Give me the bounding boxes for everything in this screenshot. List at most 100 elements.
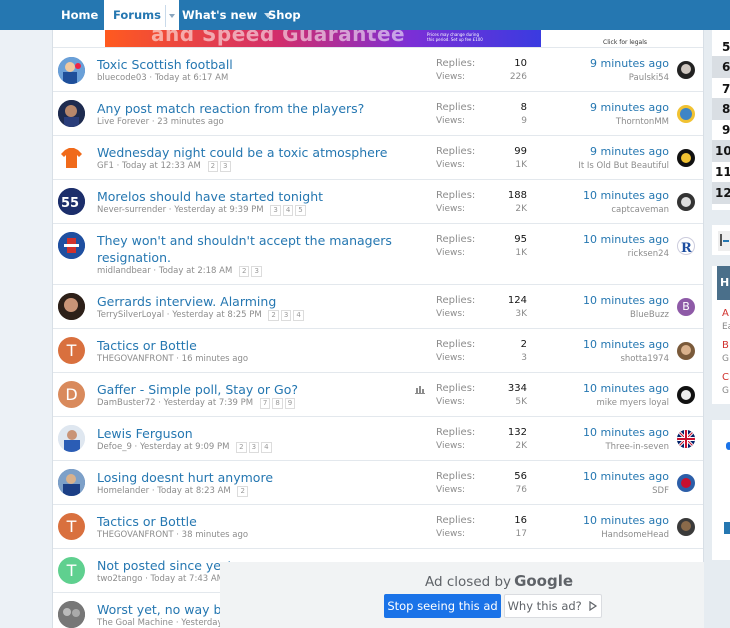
last-post-user[interactable]: ThorntonMM xyxy=(616,117,669,127)
thread-title-line2[interactable]: resignation. xyxy=(97,250,171,265)
last-poster-avatar[interactable] xyxy=(677,342,695,360)
thread-title-line1[interactable]: They won't and shouldn't accept the mana… xyxy=(97,233,392,248)
author-avatar[interactable] xyxy=(58,601,85,628)
thread-title[interactable]: Not posted since yeste xyxy=(97,557,240,574)
nav-forums[interactable]: Forums xyxy=(104,0,179,30)
page-link[interactable]: 9 xyxy=(284,398,296,409)
thread-date[interactable]: Today at 7:43 AM xyxy=(151,574,224,584)
author-avatar[interactable] xyxy=(58,57,85,84)
last-post-time[interactable]: 9 minutes ago xyxy=(590,101,669,114)
last-poster-avatar[interactable]: B xyxy=(677,298,695,316)
thread-author[interactable]: THEGOVANFRONT xyxy=(97,354,174,364)
sidebar-ad-widget[interactable] xyxy=(712,420,730,560)
thread-date[interactable]: 16 minutes ago xyxy=(182,354,248,364)
thread-date[interactable]: Today at 6:17 AM xyxy=(155,73,228,83)
author-avatar[interactable] xyxy=(58,425,85,452)
thread-author[interactable]: Never-surrender xyxy=(97,205,166,215)
last-post-time[interactable]: 9 minutes ago xyxy=(590,145,669,158)
nav-shop[interactable]: Shop xyxy=(259,0,310,30)
sidebar-widget[interactable] xyxy=(712,225,730,255)
page-link[interactable]: 3 xyxy=(251,266,262,277)
thread-author[interactable]: DamBuster72 xyxy=(97,398,156,408)
thread-author[interactable]: two2tango xyxy=(97,574,142,584)
thread-title[interactable]: Lewis Ferguson xyxy=(97,425,193,442)
page-link[interactable]: 8 xyxy=(272,398,283,409)
author-avatar[interactable] xyxy=(58,293,85,320)
thread-title[interactable]: Toxic Scottish football xyxy=(97,56,233,73)
author-avatar[interactable] xyxy=(58,469,85,496)
banner-ad[interactable]: and Speed Guarantee Prices may change du… xyxy=(105,30,541,47)
last-post-time[interactable]: 10 minutes ago xyxy=(583,426,669,439)
page-link[interactable]: 2 xyxy=(239,266,250,277)
page-link[interactable]: 4 xyxy=(293,310,304,321)
why-this-ad-button[interactable]: Why this ad? xyxy=(504,594,602,618)
thread-author[interactable]: GF1 xyxy=(97,161,114,171)
thread-date[interactable]: Yesterday at 7:39 PM xyxy=(164,398,253,408)
thread-title[interactable]: Wednesday night could be a toxic atmosph… xyxy=(97,144,387,161)
page-link[interactable]: 2 xyxy=(236,442,247,453)
author-avatar[interactable] xyxy=(58,144,85,171)
thread-author[interactable]: TerrySilverLoyal xyxy=(97,310,164,320)
last-post-user[interactable]: It Is Old But Beautiful xyxy=(578,161,669,171)
last-post-user[interactable]: SDF xyxy=(652,486,669,496)
thread-date[interactable]: Today at 8:23 AM xyxy=(157,486,230,496)
page-link[interactable]: 2 xyxy=(237,486,248,497)
last-poster-avatar[interactable] xyxy=(677,474,695,492)
last-poster-avatar[interactable] xyxy=(677,105,695,123)
last-post-time[interactable]: 10 minutes ago xyxy=(583,294,669,307)
thread-title[interactable]: Any post match reaction from the players… xyxy=(97,100,364,117)
last-post-time[interactable]: 9 minutes ago xyxy=(590,57,669,70)
page-link[interactable]: 4 xyxy=(282,205,294,216)
author-avatar[interactable]: D xyxy=(58,381,85,408)
last-poster-avatar[interactable] xyxy=(677,386,695,404)
author-avatar[interactable] xyxy=(58,232,85,259)
last-poster-avatar[interactable] xyxy=(677,193,695,211)
last-poster-avatar[interactable] xyxy=(677,149,695,167)
thread-date[interactable]: 38 minutes ago xyxy=(182,530,248,540)
thread-title[interactable]: Worst yet, no way bac xyxy=(97,601,236,618)
thread-title[interactable]: Gaffer - Simple poll, Stay or Go? xyxy=(97,381,298,398)
thread-author[interactable]: Defoe_9 xyxy=(97,442,132,452)
news-link[interactable]: A xyxy=(722,308,729,319)
page-link[interactable]: 2 xyxy=(268,310,279,321)
last-post-time[interactable]: 10 minutes ago xyxy=(583,233,669,246)
thread-title[interactable]: They won't and shouldn't accept the mana… xyxy=(97,232,392,266)
thread-title[interactable]: Gerrards interview. Alarming xyxy=(97,293,276,310)
nav-home[interactable]: Home xyxy=(52,0,107,30)
thread-author[interactable]: midlandbear xyxy=(97,266,151,276)
news-link[interactable]: C xyxy=(722,372,729,383)
thread-title[interactable]: Tactics or Bottle xyxy=(97,513,197,530)
thread-title[interactable]: Tactics or Bottle xyxy=(97,337,197,354)
last-post-user[interactable]: ricksen24 xyxy=(628,249,669,259)
thread-date[interactable]: Yesterday at 9:09 PM xyxy=(140,442,229,452)
page-link[interactable]: 3 xyxy=(280,310,292,321)
last-post-user[interactable]: captcaveman xyxy=(611,205,669,215)
thread-author[interactable]: bluecode03 xyxy=(97,73,147,83)
page-link[interactable]: 5 xyxy=(295,205,306,216)
banner-ad-legal-link[interactable]: Click for legals xyxy=(603,39,647,46)
author-avatar[interactable] xyxy=(58,100,85,127)
author-avatar[interactable]: T xyxy=(58,513,85,540)
last-post-user[interactable]: BlueBuzz xyxy=(630,310,669,320)
last-post-user[interactable]: Three-in-seven xyxy=(605,442,669,452)
last-poster-avatar[interactable]: R xyxy=(677,237,695,255)
page-link[interactable]: 3 xyxy=(248,442,260,453)
page-link[interactable]: 7 xyxy=(259,398,271,409)
news-link[interactable]: B xyxy=(722,340,729,351)
last-post-user[interactable]: shotta1974 xyxy=(620,354,669,364)
page-link[interactable]: 3 xyxy=(270,205,281,216)
author-avatar[interactable]: T xyxy=(58,557,85,584)
author-avatar[interactable]: 55 xyxy=(58,188,85,215)
last-poster-avatar[interactable] xyxy=(677,518,695,536)
thread-title[interactable]: Morelos should have started tonight xyxy=(97,188,323,205)
thread-author[interactable]: THEGOVANFRONT xyxy=(97,530,174,540)
thread-date[interactable]: Yesterday at 8:25 PM xyxy=(172,310,261,320)
last-post-time[interactable]: 10 minutes ago xyxy=(583,189,669,202)
last-post-time[interactable]: 10 minutes ago xyxy=(583,514,669,527)
stop-seeing-ad-button[interactable]: Stop seeing this ad xyxy=(384,594,501,618)
thread-author[interactable]: Live Forever xyxy=(97,117,149,127)
thread-author[interactable]: The Goal Machine xyxy=(97,618,173,628)
last-post-time[interactable]: 10 minutes ago xyxy=(583,470,669,483)
last-poster-avatar[interactable] xyxy=(677,61,695,79)
last-post-user[interactable]: HandsomeHead xyxy=(601,530,669,540)
